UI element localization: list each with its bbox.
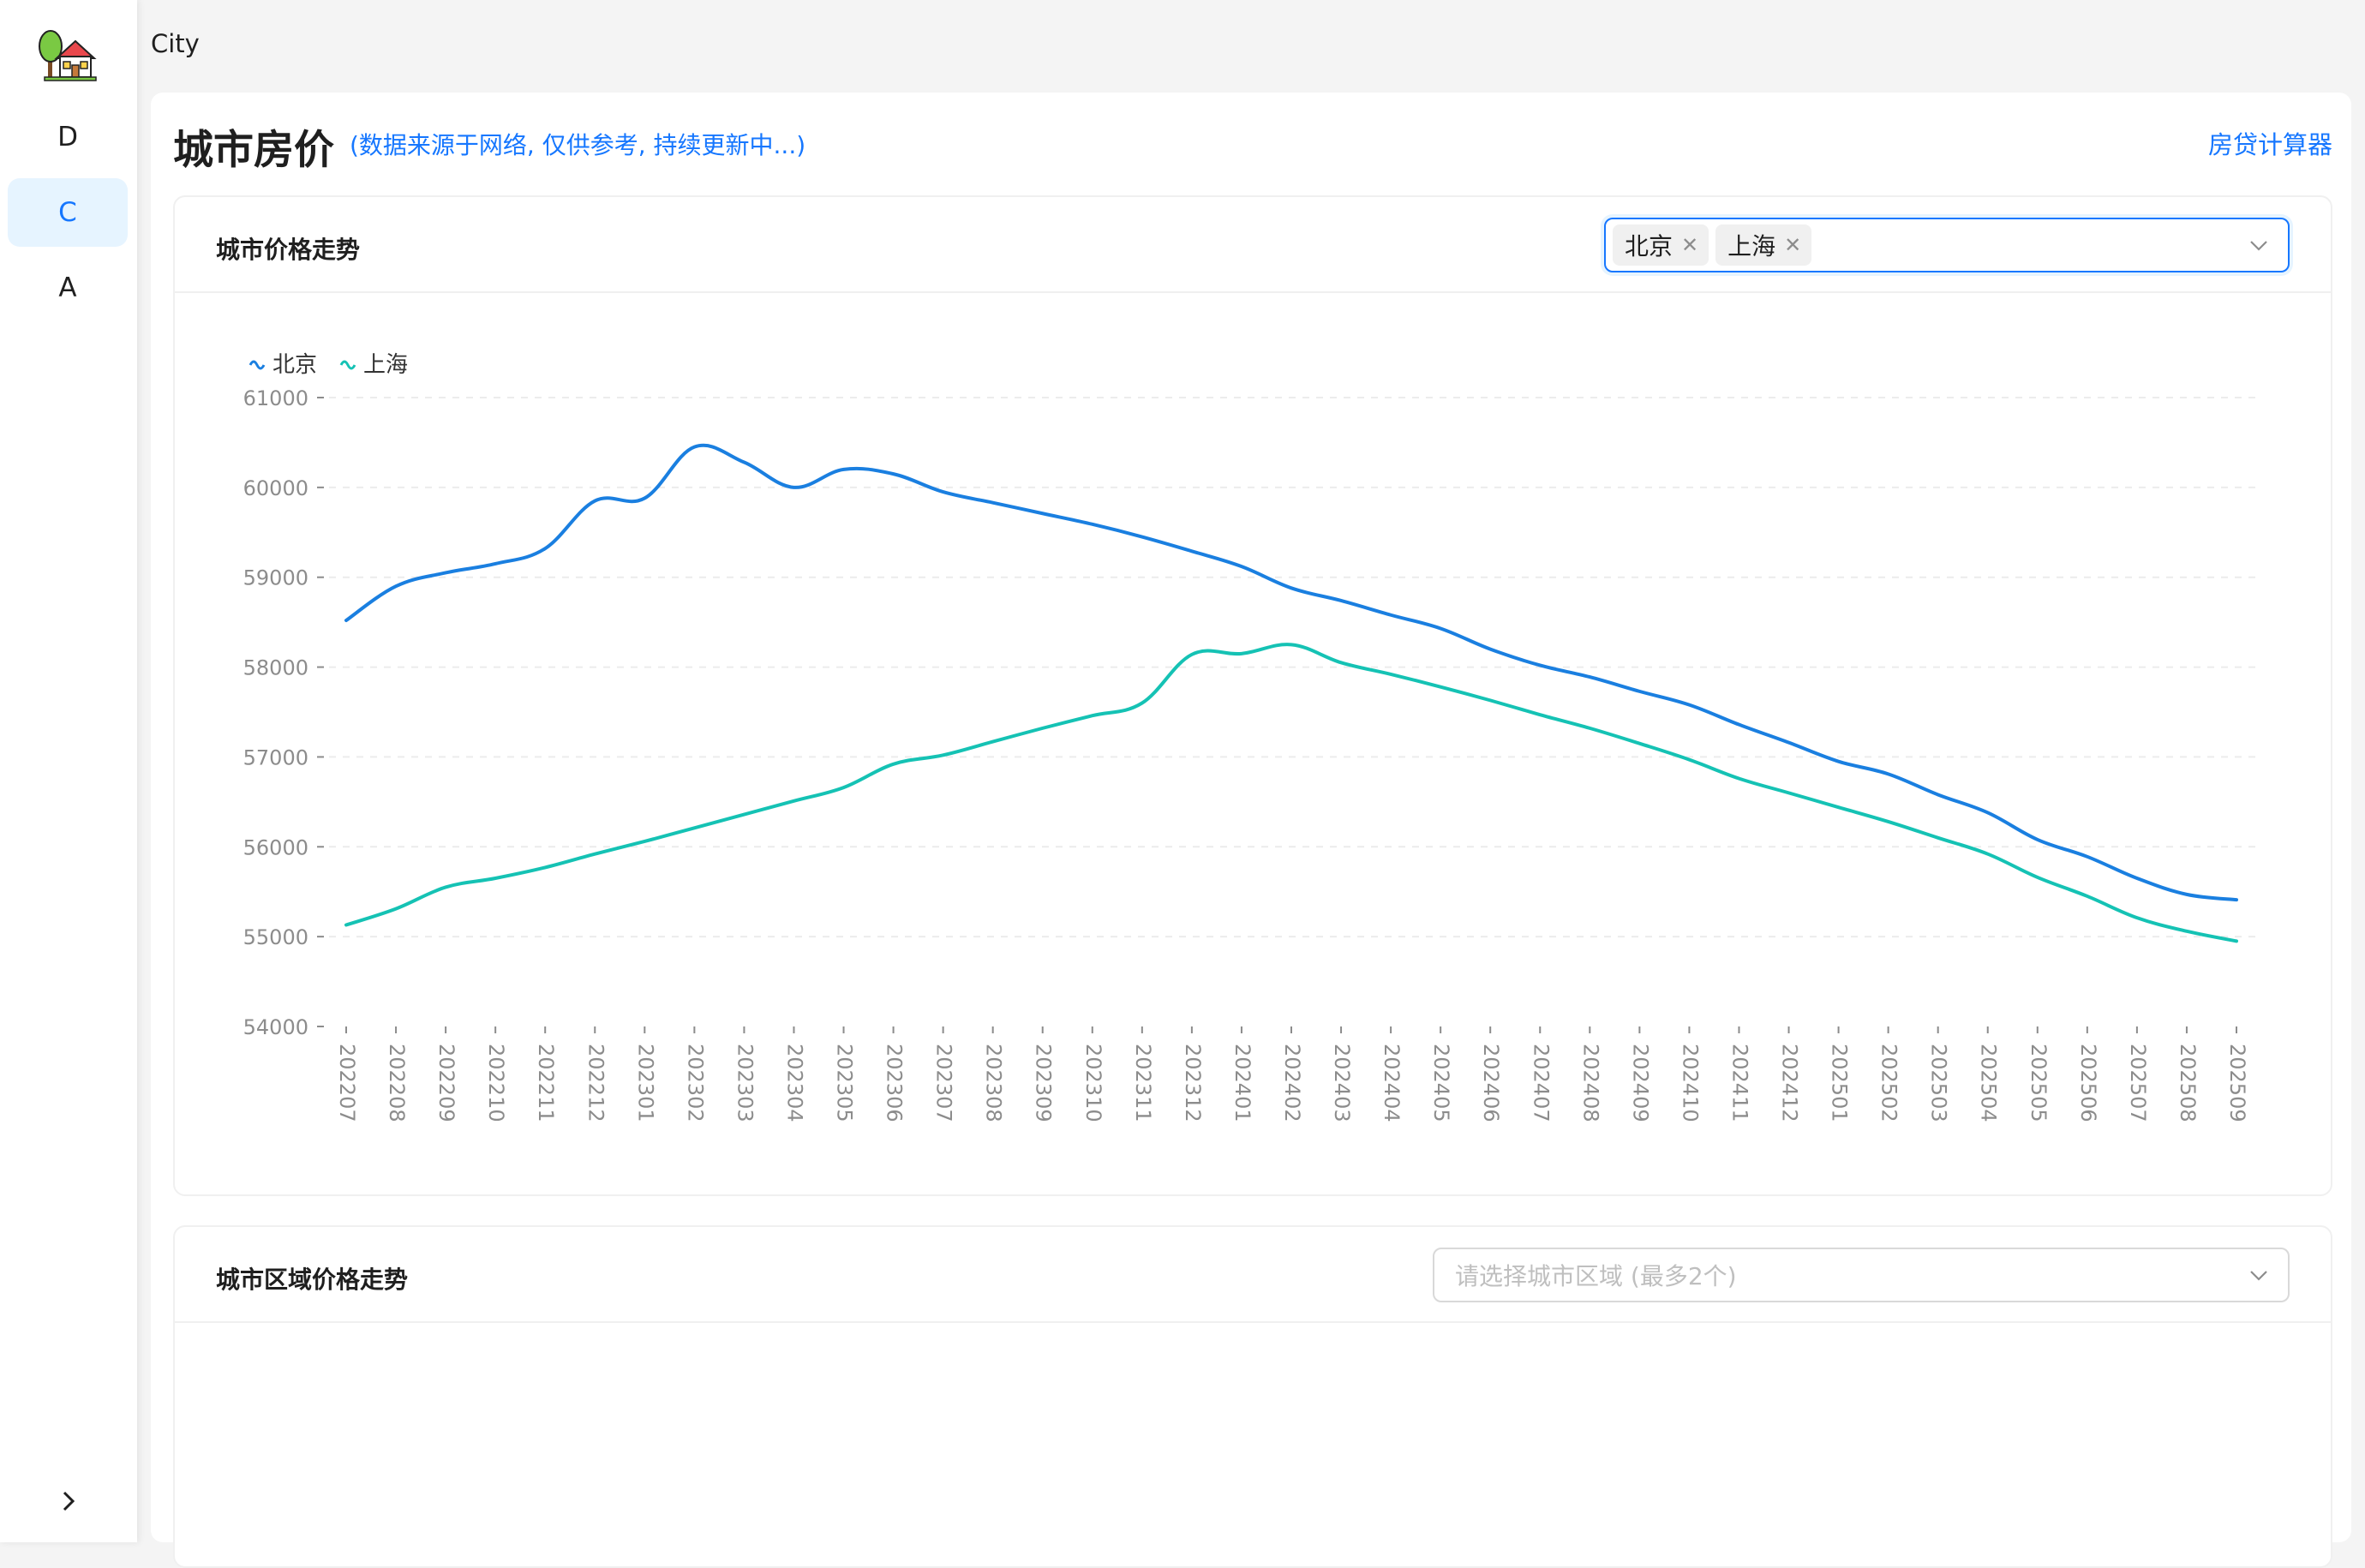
x-tick-label: 202409	[1628, 1044, 1652, 1122]
sidebar-item-c[interactable]: C	[8, 178, 128, 247]
sidebar-item-d[interactable]: D	[8, 103, 128, 171]
x-tick-label: 202404	[1380, 1044, 1404, 1122]
expand-sidebar-button[interactable]	[51, 1484, 86, 1518]
district-price-panel: 城市区域价格走势 请选择城市区域 (最多2个)	[173, 1225, 2332, 1568]
y-tick-label: 54000	[243, 1015, 308, 1039]
page-title: 城市房价	[173, 127, 334, 174]
district-select-placeholder: 请选择城市区域 (最多2个)	[1455, 1262, 1737, 1290]
city-price-chart: 54000 55000 56000 57000 58000 59000 60000 61000…	[175, 293, 2331, 1198]
x-tick-label: 202302	[683, 1044, 707, 1122]
x-tick-label: 202406	[1479, 1044, 1503, 1122]
chevron-down-icon	[2250, 241, 2267, 251]
x-tick-label: 202505	[2027, 1044, 2051, 1122]
mortgage-calculator-link[interactable]: 房贷计算器	[2208, 125, 2332, 161]
district-price-panel-title: 城市区域价格走势	[216, 1266, 409, 1294]
remove-tag-icon[interactable]: ✕	[1784, 233, 1801, 257]
x-tick-label: 202309	[1032, 1044, 1056, 1122]
x-tick-label: 202509	[2225, 1044, 2249, 1122]
x-tick-label: 202506	[2076, 1044, 2100, 1122]
city-tag: 上海 ✕	[1715, 224, 1812, 266]
line-chart-svg: 54000 55000 56000 57000 58000 59000 60000 61000…	[243, 352, 2260, 1122]
y-tick-label: 58000	[243, 656, 308, 680]
x-tick-label: 202212	[584, 1044, 608, 1122]
x-tick-label: 202303	[733, 1044, 757, 1122]
city-price-panel-title: 城市价格走势	[216, 236, 361, 264]
x-tick-label: 202407	[1529, 1044, 1553, 1122]
chevron-down-icon	[2250, 1271, 2267, 1281]
x-tick-label: 202211	[534, 1044, 558, 1122]
remove-tag-icon[interactable]: ✕	[1681, 233, 1698, 257]
x-tick-label: 202508	[2176, 1044, 2200, 1122]
y-tick-label: 56000	[243, 835, 308, 859]
x-tick-label: 202301	[633, 1044, 657, 1122]
city-select[interactable]: 北京 ✕ 上海 ✕	[1604, 218, 2290, 272]
x-tick-label: 202312	[1181, 1044, 1205, 1122]
x-tick-label: 202507	[2126, 1044, 2150, 1122]
x-tick-label: 202210	[484, 1044, 508, 1122]
x-tick-label: 202402	[1280, 1044, 1304, 1122]
legend-label: 上海	[363, 352, 408, 378]
district-price-panel-header: 城市区域价格走势 请选择城市区域 (最多2个)	[175, 1227, 2331, 1323]
x-tick-label: 202209	[434, 1044, 458, 1122]
legend-marker	[339, 360, 356, 370]
city-tag: 北京 ✕	[1613, 224, 1709, 266]
x-tick-label: 202501	[1828, 1044, 1852, 1122]
legend-label: 北京	[272, 352, 317, 378]
series-line-beijing	[344, 443, 2238, 902]
x-tick-label: 202305	[833, 1044, 857, 1122]
x-tick-label: 202503	[1927, 1044, 1951, 1122]
house-logo-icon[interactable]	[38, 27, 99, 82]
legend-marker	[248, 360, 266, 370]
series-line-shanghai	[344, 643, 2238, 943]
x-tick-label: 202411	[1727, 1044, 1751, 1122]
x-tick-label: 202207	[335, 1044, 359, 1122]
main-content: 城市房价 (数据来源于网络, 仅供参考, 持续更新中...) 房贷计算器 城市价…	[151, 93, 2351, 1568]
sidebar-item-a[interactable]: A	[8, 254, 128, 322]
app-header-title: City	[151, 29, 200, 58]
x-tick-label: 202410	[1678, 1044, 1702, 1122]
x-tick-label: 202412	[1778, 1044, 1802, 1122]
x-tick-label: 202304	[782, 1044, 806, 1122]
x-tick-label: 202208	[385, 1044, 409, 1122]
x-tick-label: 202408	[1578, 1044, 1602, 1122]
page-subtitle: (数据来源于网络, 仅供参考, 持续更新中...)	[350, 131, 806, 159]
district-select[interactable]: 请选择城市区域 (最多2个)	[1433, 1248, 2290, 1302]
city-price-panel-header: 城市价格走势 北京 ✕ 上海 ✕	[175, 197, 2331, 293]
x-tick-label: 202504	[1977, 1044, 2001, 1122]
x-tick-label: 202306	[883, 1044, 907, 1122]
y-tick-label: 55000	[243, 925, 308, 949]
y-tick-label: 61000	[243, 386, 308, 410]
x-tick-label: 202307	[932, 1044, 956, 1122]
x-tick-label: 202405	[1429, 1044, 1453, 1122]
chevron-right-icon	[63, 1491, 75, 1511]
x-tick-label: 202310	[1081, 1044, 1105, 1122]
y-tick-label: 57000	[243, 745, 308, 769]
y-tick-label: 60000	[243, 476, 308, 500]
x-tick-label: 202401	[1230, 1044, 1254, 1122]
city-tag-label: 上海	[1727, 232, 1776, 260]
x-tick-label: 202502	[1877, 1044, 1901, 1122]
x-tick-label: 202311	[1131, 1044, 1155, 1122]
x-tick-label: 202403	[1330, 1044, 1354, 1122]
city-price-panel: 城市价格走势 北京 ✕ 上海 ✕ 54000 55000 56000 57000 580…	[173, 195, 2332, 1196]
city-tag-label: 北京	[1625, 232, 1673, 260]
x-tick-label: 202308	[982, 1044, 1006, 1122]
y-tick-label: 59000	[243, 566, 308, 590]
sidebar: D C A	[0, 0, 137, 1542]
